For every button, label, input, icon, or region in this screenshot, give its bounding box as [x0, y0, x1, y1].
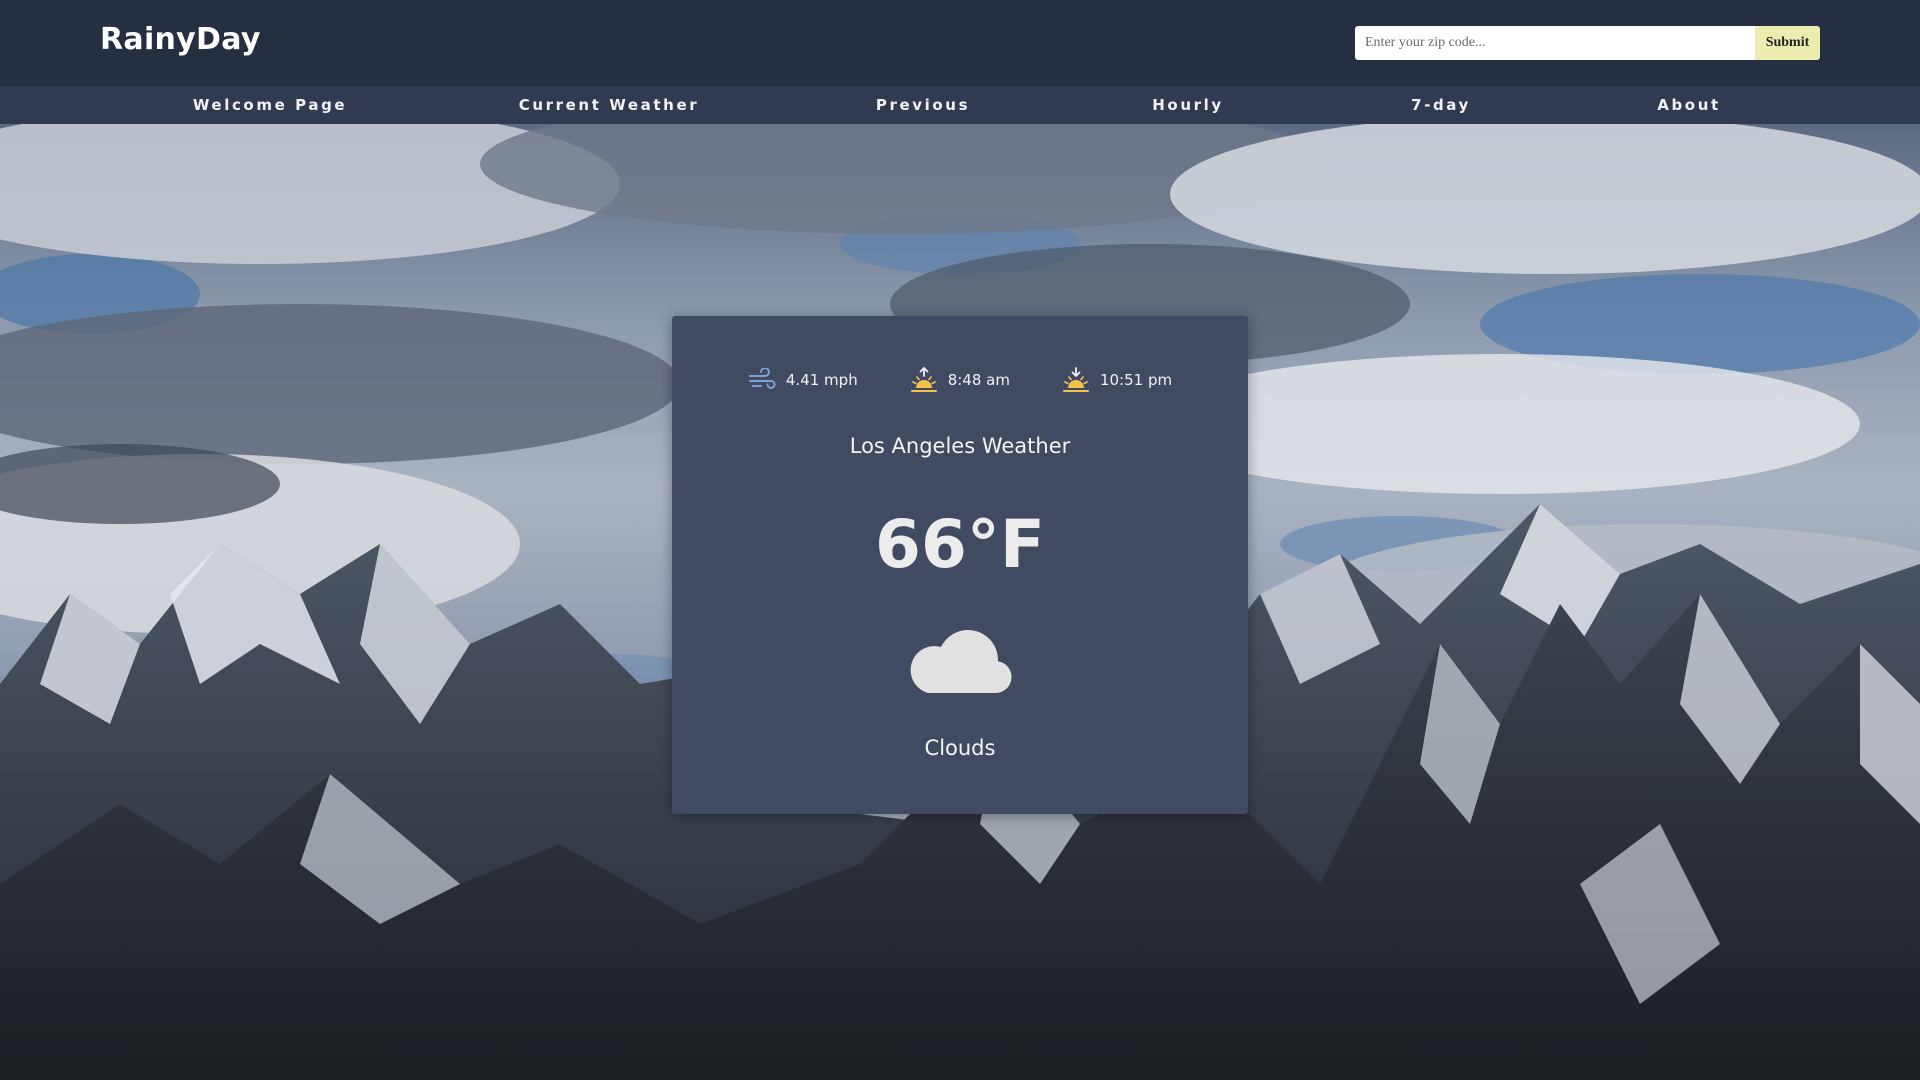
sunset-time: 10:51 pm	[1099, 371, 1173, 389]
sunrise-stat: 8:48 am	[910, 366, 1010, 394]
nav-7-day[interactable]: 7-day	[1411, 86, 1471, 124]
sunrise-time: 8:48 am	[947, 371, 1010, 389]
brand-logo[interactable]: RainyDay	[100, 22, 261, 57]
wind-speed-stat: 4.41 mph	[748, 368, 858, 392]
zip-search-form: Submit	[1355, 26, 1820, 60]
city-weather-title: Los Angeles Weather	[849, 434, 1071, 458]
sunrise-icon	[910, 366, 938, 394]
wind-speed-value: 4.41 mph	[785, 371, 858, 389]
temperature-value: 66°F	[875, 506, 1045, 583]
nav-about[interactable]: About	[1657, 86, 1721, 124]
main-nav: Welcome Page Current Weather Previous Ho…	[0, 86, 1920, 124]
nav-welcome-page[interactable]: Welcome Page	[193, 86, 347, 124]
nav-hourly[interactable]: Hourly	[1152, 86, 1223, 124]
top-header: RainyDay Submit	[0, 0, 1920, 86]
nav-previous[interactable]: Previous	[876, 86, 970, 124]
cloud-icon	[910, 621, 1012, 701]
nav-current-weather[interactable]: Current Weather	[519, 86, 699, 124]
weather-condition: Clouds	[924, 736, 996, 760]
sunset-icon	[1062, 366, 1090, 394]
submit-button[interactable]: Submit	[1755, 26, 1820, 60]
current-weather-card: 4.41 mph 8:48 am 10:51 pm Los Angeles We…	[672, 316, 1248, 814]
sunset-stat: 10:51 pm	[1062, 366, 1172, 394]
weather-stats-row: 4.41 mph 8:48 am 10:51 pm	[672, 360, 1248, 400]
wind-icon	[748, 368, 776, 392]
zip-code-input[interactable]	[1355, 26, 1755, 60]
